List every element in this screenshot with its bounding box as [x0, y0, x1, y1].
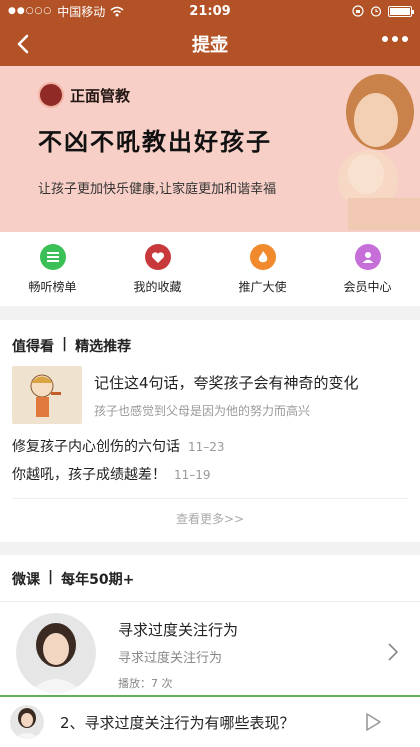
alarm-icon: [370, 6, 382, 17]
chevron-right-icon[interactable]: [386, 641, 400, 663]
menu-item-ranking[interactable]: 畅听榜单: [0, 232, 105, 306]
flame-icon: [249, 244, 276, 270]
list-item-date: 11–19: [174, 468, 211, 482]
play-count: 播放：7 次: [118, 677, 173, 690]
view-more-link[interactable]: 查看更多>>: [0, 510, 420, 527]
status-bar: ●●○○○ 中国移动 21:09: [0, 0, 420, 22]
section-header: 微课 | 每年50期+: [12, 569, 134, 589]
brand-logo-icon: [38, 82, 64, 108]
rotation-lock-icon: [352, 5, 364, 17]
list-item[interactable]: 修复孩子内心创伤的六句话 11–23: [12, 436, 225, 456]
featured-subtitle: 孩子也感觉到父母是因为他的努力而高兴: [94, 404, 311, 418]
section-subtitle: 每年50期+: [61, 572, 135, 588]
play-icon[interactable]: [362, 711, 384, 733]
list-item-title: 修复孩子内心创伤的六句话: [12, 439, 180, 455]
signal-icon: ●●○○○: [8, 6, 53, 16]
divider: [12, 498, 408, 499]
section-title: 微课: [12, 572, 40, 588]
back-icon[interactable]: [12, 32, 36, 56]
quick-menu: 畅听榜单 我的收藏 推广大使 会员中心: [0, 232, 420, 306]
carrier-label: 中国移动: [57, 4, 106, 19]
section-separator: |: [48, 569, 54, 585]
section-subtitle: 精选推荐: [75, 339, 132, 355]
microlesson-section: 微课 | 每年50期+ 寻求过度关注行为 寻求过度关注行为 播放：7 次: [0, 555, 420, 695]
audio-player-bar[interactable]: 2、寻求过度关注行为有哪些表现？: [0, 695, 420, 747]
section-separator: |: [62, 336, 68, 352]
list-item-date: 11–23: [188, 440, 225, 454]
banner-headline: 不凶不吼教出好孩子: [38, 128, 272, 156]
player-avatar: [10, 705, 44, 739]
list-item-title: 你越吼，孩子成绩越差！: [12, 467, 166, 483]
status-left: ●●○○○ 中国移动: [8, 3, 352, 20]
nav-bar: 提壶: [0, 22, 420, 66]
menu-item-membership[interactable]: 会员中心: [315, 232, 420, 306]
mother-child-photo: [338, 74, 420, 230]
banner-tagline: 让孩子更加快乐健康,让家庭更加和谐幸福: [38, 182, 277, 197]
heart-icon: [144, 244, 171, 270]
menu-label: 畅听榜单: [28, 280, 77, 294]
teacher-avatar[interactable]: [16, 613, 96, 693]
menu-label: 会员中心: [343, 280, 392, 294]
menu-label: 我的收藏: [133, 280, 182, 294]
featured-title[interactable]: 记住这4句话，夸奖孩子会有神奇的变化: [94, 372, 359, 393]
brand-name: 正面管教: [70, 86, 131, 105]
menu-item-ambassador[interactable]: 推广大使: [210, 232, 315, 306]
list-item[interactable]: 你越吼，孩子成绩越差！ 11–19: [12, 464, 211, 484]
wifi-icon: [110, 6, 124, 16]
more-menu-icon[interactable]: [382, 36, 408, 42]
menu-item-favorites[interactable]: 我的收藏: [105, 232, 210, 306]
player-title: 2、寻求过度关注行为有哪些表现？: [60, 713, 295, 732]
user-icon: [354, 244, 381, 270]
section-title: 值得看: [12, 339, 54, 355]
page-title: 提壶: [192, 35, 228, 56]
menu-label: 推广大使: [238, 280, 287, 294]
battery-icon: [388, 5, 414, 17]
section-header: 值得看 | 精选推荐: [12, 336, 131, 356]
course-title[interactable]: 寻求过度关注行为: [118, 619, 238, 640]
recommend-section: 值得看 | 精选推荐 记住这4句话，夸奖孩子会有神奇的变化 孩子也感觉到父母是因…: [0, 320, 420, 542]
divider: [0, 601, 420, 602]
list-icon: [39, 244, 66, 270]
course-subtitle: 寻求过度关注行为: [118, 651, 223, 666]
featured-thumbnail[interactable]: [12, 366, 82, 424]
status-right: [352, 5, 414, 17]
brand: 正面管教: [38, 82, 130, 108]
